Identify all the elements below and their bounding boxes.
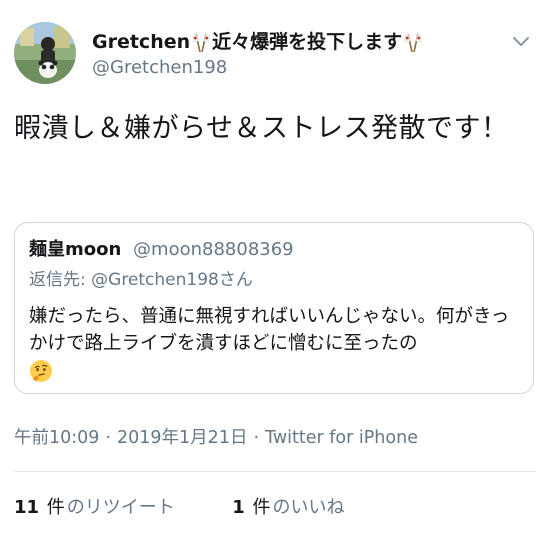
likes-unit: 件	[252, 497, 271, 518]
thinking-face-icon	[30, 360, 52, 382]
author-display-name[interactable]: Gretchen 近々爆弾を投下します	[92, 30, 492, 54]
author-names: Gretchen 近々爆弾を投下します @Gretchen198	[92, 30, 492, 80]
avatar-photo-icon	[14, 22, 76, 84]
tweet-time[interactable]: 午前10:09	[14, 428, 99, 448]
author-name: Gretchen	[92, 31, 191, 53]
retweets-count: 11	[14, 497, 40, 518]
meta-separator: ·	[253, 428, 260, 448]
divider	[14, 471, 536, 472]
meta-separator: ·	[105, 428, 112, 448]
author-handle[interactable]: @Gretchen198	[92, 56, 492, 80]
quoted-tweet-author: 麺皇moon @moon88808369	[29, 237, 294, 263]
quoted-tweet-card[interactable]: 麺皇moon @moon88808369 返信先: @Gretchen198さん…	[14, 222, 534, 394]
chevron-down-icon[interactable]	[512, 36, 530, 48]
tweet-date[interactable]: 2019年1月21日	[117, 428, 247, 448]
reply-to-line: 返信先: @Gretchen198さん	[29, 267, 253, 293]
tweet-metadata: 午前10:09 · 2019年1月21日 · Twitter for iPhone	[14, 426, 418, 450]
likes-label: のいいね	[272, 497, 345, 518]
crossed-flags-icon	[404, 33, 422, 53]
avatar[interactable]	[14, 22, 76, 84]
tweet-source[interactable]: Twitter for iPhone	[265, 428, 418, 448]
retweets-label: のリツイート	[66, 497, 175, 518]
likes-stat[interactable]: 1 件のいいね	[232, 496, 344, 520]
reply-handle: @Gretchen198さん	[91, 270, 253, 290]
reply-prefix: 返信先:	[29, 270, 92, 290]
crossed-flags-icon	[192, 33, 210, 53]
retweets-unit: 件	[46, 497, 65, 518]
quoted-author-name: 麺皇moon	[29, 239, 122, 260]
tweet-text: 暇潰し＆嫌がらせ＆ストレス発散です！	[14, 113, 509, 144]
tweet-stats: 11 件のリツイート 1 件のいいね	[14, 496, 345, 520]
quoted-tweet-text: 嫌だったら、普通に無視すればいいんじゃない。何がきっかけで路上ライブを潰すほどに…	[29, 306, 510, 354]
author-name-suffix: 近々爆弾を投下します	[212, 31, 403, 53]
quoted-author-handle: @moon88808369	[133, 239, 294, 260]
retweets-stat[interactable]: 11 件のリツイート	[14, 496, 175, 520]
tweet-header: Gretchen 近々爆弾を投下します @Gretchen198	[14, 22, 536, 92]
likes-count: 1	[232, 497, 245, 518]
